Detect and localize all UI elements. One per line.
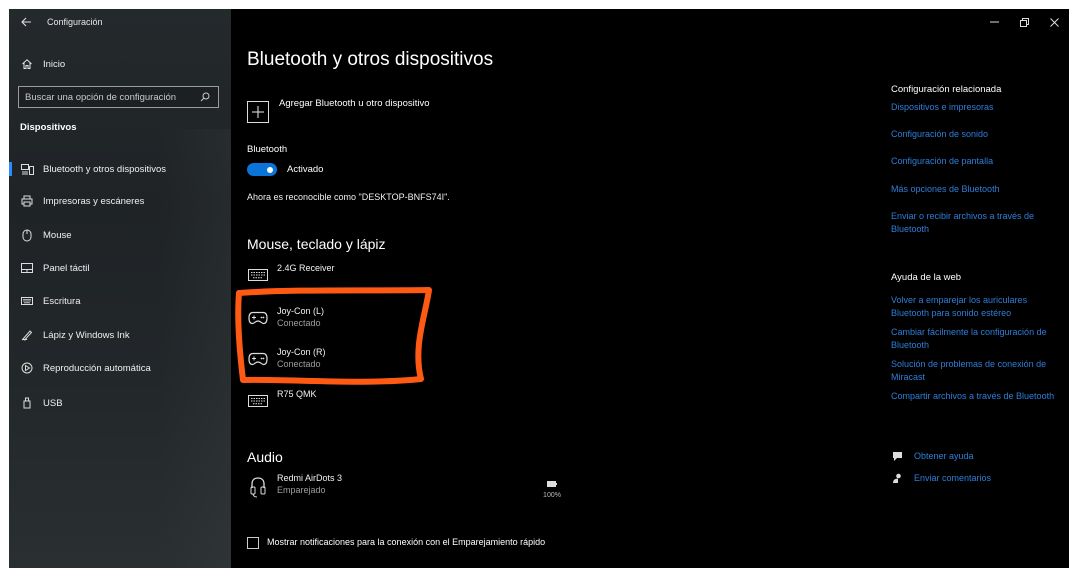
- sidebar-item-label: Bluetooth y otros dispositivos: [43, 163, 167, 175]
- web-help-title: Ayuda de la web: [891, 272, 962, 283]
- keyboard-icon: [247, 391, 269, 411]
- sidebar-item-autoplay[interactable]: Reproducción automática: [9, 358, 231, 378]
- printer-icon: [20, 194, 34, 208]
- sidebar-item-mouse[interactable]: Mouse: [9, 225, 231, 245]
- device-name: 2.4G Receiver: [277, 263, 335, 273]
- device-name: Redmi AirDots 3: [277, 473, 343, 483]
- sidebar-item-label: USB: [43, 397, 63, 409]
- restore-icon[interactable]: [1009, 9, 1039, 35]
- sidebar-item-usb[interactable]: USB: [9, 393, 231, 413]
- swift-pair-label: Mostrar notificaciones para la conexión …: [267, 537, 546, 547]
- add-device-label: Agregar Bluetooth u otro dispositivo: [279, 97, 430, 109]
- nav-home[interactable]: Inicio: [9, 55, 65, 73]
- battery-icon: [547, 481, 557, 487]
- nav-home-label: Inicio: [43, 58, 66, 70]
- window-controls: [979, 9, 1069, 35]
- link-help-share-files[interactable]: Compartir archivos a través de Bluetooth: [891, 390, 1061, 403]
- pen-icon: [20, 328, 34, 342]
- feedback-icon: [891, 472, 903, 484]
- usb-icon: [20, 396, 34, 410]
- touchpad-icon: [20, 261, 34, 275]
- link-more-bluetooth[interactable]: Más opciones de Bluetooth: [891, 183, 1061, 196]
- link-send-receive-files[interactable]: Enviar o recibir archivos a través de Bl…: [891, 210, 1061, 236]
- section-heading: Dispositivos: [20, 122, 77, 133]
- help-chat-icon: [891, 450, 903, 462]
- audio-heading: Audio: [247, 449, 283, 465]
- device-name: R75 QMK: [277, 389, 317, 399]
- swift-pair-checkbox[interactable]: [247, 537, 259, 549]
- input-devices-heading: Mouse, teclado y lápiz: [247, 236, 386, 252]
- home-icon: [20, 57, 34, 71]
- sidebar-item-printers[interactable]: Impresoras y escáneres: [9, 191, 231, 211]
- keyboard-icon: [20, 294, 34, 308]
- minimize-icon[interactable]: [979, 9, 1009, 35]
- bluetooth-state: Activado: [287, 164, 324, 175]
- bluetooth-devices-icon: [20, 162, 34, 176]
- title-bar: Configuración: [9, 9, 231, 35]
- back-arrow-icon[interactable]: [18, 14, 34, 30]
- device-status: Emparejado: [277, 485, 326, 495]
- feedback-label: Enviar comentarios: [914, 473, 992, 483]
- related-settings-title: Configuración relacionada: [891, 84, 1002, 95]
- battery-indicator: 100%: [537, 474, 567, 499]
- sidebar: Configuración Inicio Dispositivos Blueto…: [9, 9, 231, 568]
- sidebar-item-pen[interactable]: Lápiz y Windows Ink: [9, 325, 231, 345]
- feedback-link[interactable]: Enviar comentarios: [891, 472, 991, 484]
- close-icon[interactable]: [1039, 9, 1069, 35]
- mouse-icon: [20, 228, 34, 242]
- keyboard-icon: [247, 265, 269, 285]
- highlight-annotation: [235, 287, 432, 385]
- add-device-button[interactable]: Agregar Bluetooth u otro dispositivo: [247, 95, 430, 123]
- get-help-link[interactable]: Obtener ayuda: [891, 450, 974, 462]
- sidebar-item-typing[interactable]: Escritura: [9, 291, 231, 311]
- device-redmi-airdots[interactable]: Redmi AirDots 3 Emparejado: [247, 472, 342, 499]
- device-r75-qmk[interactable]: R75 QMK: [247, 388, 317, 411]
- swift-pair-option[interactable]: Mostrar notificaciones para la conexión …: [247, 536, 557, 549]
- discoverable-text: Ahora es reconocible como "DESKTOP-BNFS7…: [247, 192, 450, 202]
- headphones-icon: [247, 475, 269, 499]
- search-input[interactable]: [19, 90, 197, 104]
- sidebar-item-touchpad[interactable]: Panel táctil: [9, 258, 231, 278]
- sidebar-item-label: Panel táctil: [43, 262, 90, 274]
- search-box[interactable]: [18, 86, 219, 108]
- bluetooth-label: Bluetooth: [247, 144, 288, 155]
- active-indicator: [9, 162, 12, 176]
- sidebar-item-label: Reproducción automática: [43, 362, 151, 374]
- sidebar-item-label: Impresoras y escáneres: [43, 195, 145, 207]
- battery-percent: 100%: [543, 492, 561, 499]
- sidebar-item-bluetooth[interactable]: Bluetooth y otros dispositivos: [9, 159, 231, 179]
- get-help-label: Obtener ayuda: [914, 451, 974, 461]
- bluetooth-toggle-row: Activado: [247, 163, 323, 176]
- settings-window: Configuración Inicio Dispositivos Blueto…: [9, 9, 1069, 568]
- autoplay-icon: [20, 361, 34, 375]
- sidebar-item-label: Escritura: [43, 295, 81, 307]
- link-devices-printers[interactable]: Dispositivos e impresoras: [891, 101, 1061, 114]
- plus-icon: [247, 101, 269, 123]
- page-title: Bluetooth y otros dispositivos: [247, 49, 494, 70]
- sidebar-item-label: Mouse: [43, 229, 72, 241]
- sidebar-item-label: Lápiz y Windows Ink: [43, 329, 130, 341]
- device-2.4g-receiver[interactable]: 2.4G Receiver: [247, 262, 335, 285]
- link-display-settings[interactable]: Configuración de pantalla: [891, 155, 1061, 168]
- link-help-miracast[interactable]: Solución de problemas de conexión de Mir…: [891, 358, 1061, 384]
- link-sound-settings[interactable]: Configuración de sonido: [891, 128, 1061, 141]
- link-help-bluetooth-config[interactable]: Cambiar fácilmente la configuración de B…: [891, 326, 1061, 352]
- app-title: Configuración: [47, 17, 103, 27]
- bluetooth-toggle[interactable]: [247, 163, 277, 176]
- link-help-headphones[interactable]: Volver a emparejar los auriculares Bluet…: [891, 294, 1061, 320]
- search-icon[interactable]: [199, 91, 211, 103]
